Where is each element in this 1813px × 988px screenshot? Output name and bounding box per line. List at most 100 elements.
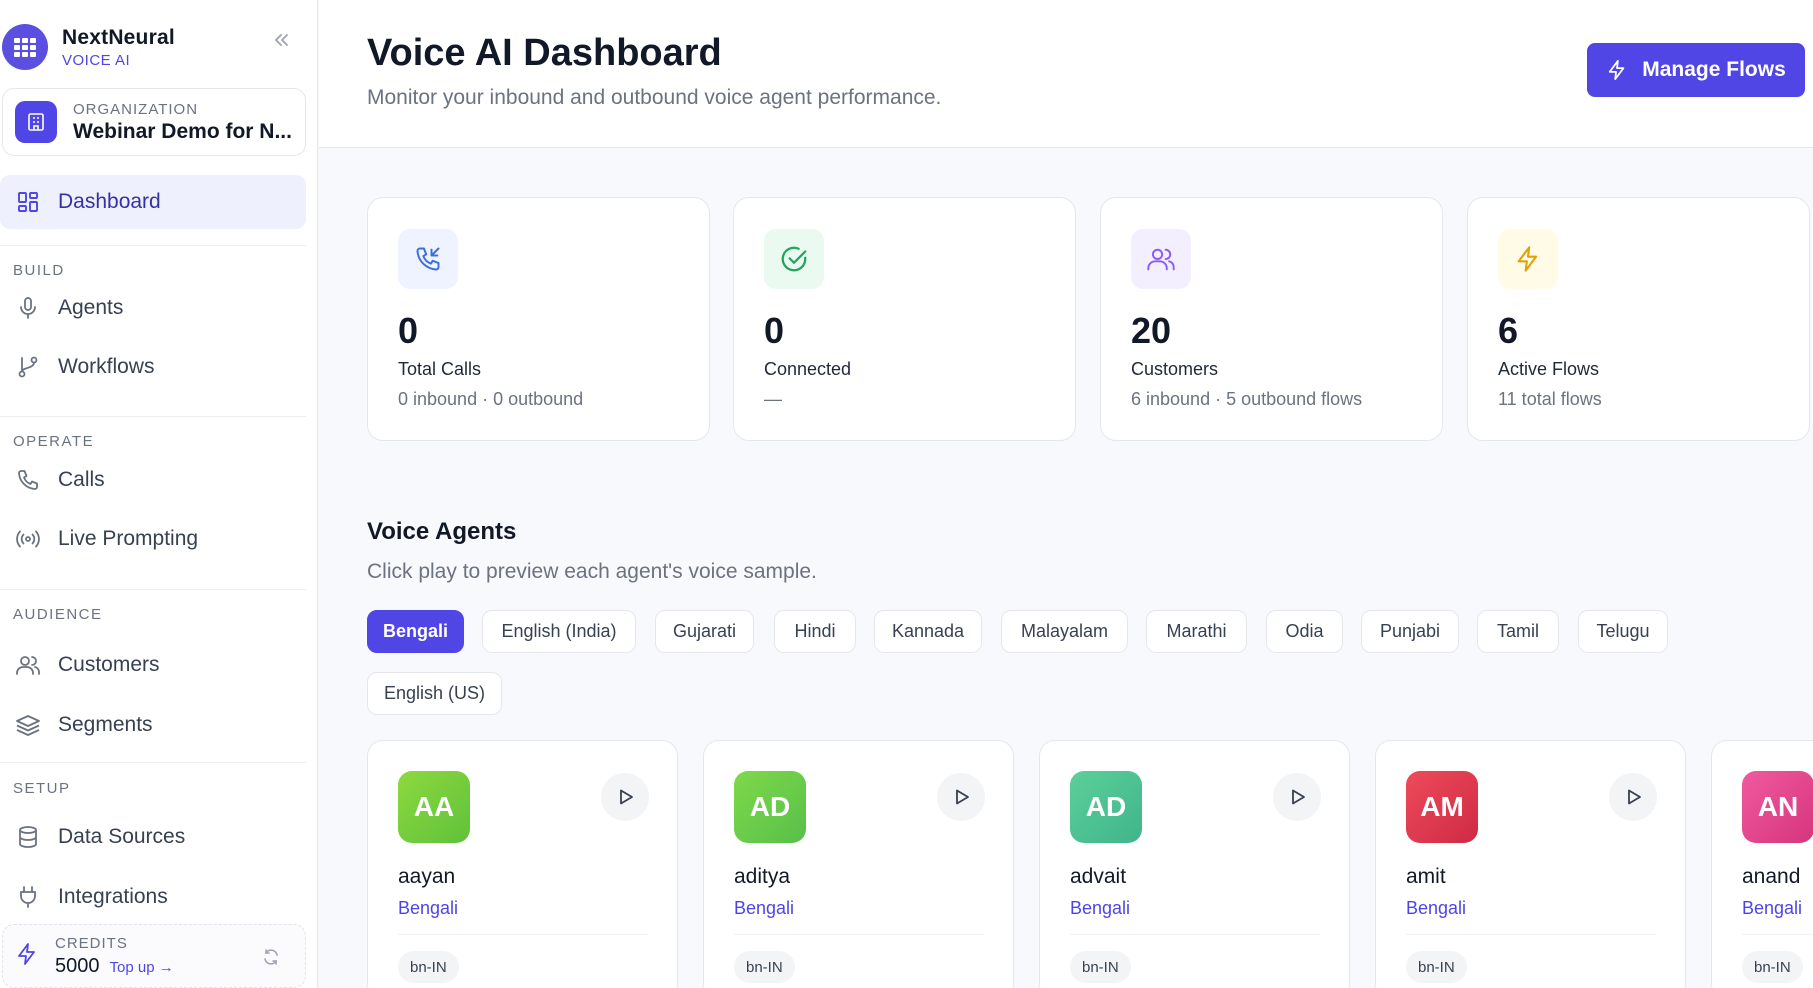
plug-icon [14,883,42,911]
manage-flows-button[interactable]: Manage Flows [1587,43,1805,97]
collapse-sidebar-icon[interactable] [268,27,294,53]
sidebar-item-data-sources[interactable]: Data Sources [0,813,306,861]
agent-card[interactable]: AA aayan Bengali bn-IN [367,740,678,988]
page-title: Voice AI Dashboard [367,32,722,74]
refresh-icon[interactable] [261,947,281,972]
locale-badge: bn-IN [398,951,459,983]
divider [0,589,306,590]
building-icon [15,101,57,143]
sidebar-item-live-prompting[interactable]: Live Prompting [0,515,306,563]
avatar: AA [398,771,470,843]
lightning-icon [1498,229,1558,289]
brand-name: NextNeural [62,25,175,49]
sidebar-item-calls[interactable]: Calls [0,456,306,504]
agent-card[interactable]: AD aditya Bengali bn-IN [703,740,1014,988]
sidebar-item-label: Calls [58,468,105,491]
credits-label: CREDITS [55,934,128,952]
sidebar-item-label: Segments [58,713,153,736]
agent-card[interactable]: AD advait Bengali bn-IN [1039,740,1350,988]
agent-name: aditya [734,865,791,888]
organization-label: ORGANIZATION [73,100,199,118]
language-chip[interactable]: English (India) [482,610,636,653]
language-chip[interactable]: Telugu [1578,610,1668,653]
credits-panel: CREDITS 5000 Top up → [2,924,306,988]
divider [398,934,648,935]
stat-card-active-flows: 6 Active Flows 11 total flows [1467,197,1810,441]
play-button[interactable] [1609,773,1657,821]
page-header: Voice AI Dashboard Monitor your inbound … [319,0,1813,148]
divider [0,762,306,763]
section-label-audience: AUDIENCE [13,606,103,623]
section-label-operate: OPERATE [13,433,95,450]
sidebar-item-label: Customers [58,653,160,676]
agent-name: anand [1742,865,1801,888]
lightning-icon [15,942,39,971]
sidebar: NextNeural VOICE AI ORGANIZATION Webinar… [0,0,318,988]
section-title: Voice Agents [367,518,517,545]
microphone-icon [14,294,42,322]
language-chip[interactable]: English (US) [367,672,502,715]
language-chip[interactable]: Hindi [774,610,856,653]
broadcast-icon [14,525,42,553]
language-chip[interactable]: Kannada [874,610,982,653]
play-icon [1628,789,1641,805]
sidebar-item-dashboard[interactable]: Dashboard [0,175,306,229]
language-chip[interactable]: Odia [1266,610,1343,653]
language-chip[interactable]: Tamil [1477,610,1559,653]
agent-language: Bengali [1406,898,1467,918]
phone-incoming-icon [398,229,458,289]
stat-card-customers: 20 Customers 6 inbound · 5 outbound flow… [1100,197,1443,441]
check-circle-icon [764,229,824,289]
locale-badge: bn-IN [1406,951,1467,983]
top-up-link[interactable]: Top up → [110,959,174,976]
agent-language: Bengali [1070,898,1131,918]
divider [734,934,984,935]
sidebar-item-label: Agents [58,296,124,319]
agent-card[interactable]: AN anand Bengali bn-IN [1711,740,1813,988]
play-button[interactable] [1273,773,1321,821]
stat-subtext: 11 total flows [1498,389,1602,409]
stat-label: Connected [764,359,852,379]
play-button[interactable] [601,773,649,821]
section-subtitle: Click play to preview each agent's voice… [367,560,817,583]
credits-value: 5000 [55,954,100,977]
stat-subtext: — [764,389,782,409]
stat-label: Customers [1131,359,1219,379]
agent-name: amit [1406,865,1446,888]
agent-name: advait [1070,865,1127,888]
locale-badge: bn-IN [1742,951,1803,983]
sidebar-item-label: Data Sources [58,825,186,848]
manage-flows-label: Manage Flows [1642,58,1786,81]
agent-language: Bengali [1742,898,1803,918]
sidebar-item-agents[interactable]: Agents [0,284,306,332]
language-chip[interactable]: Punjabi [1361,610,1459,653]
agent-language: Bengali [398,898,459,918]
language-chip[interactable]: Marathi [1146,610,1247,653]
language-chip[interactable]: Gujarati [655,610,754,653]
sidebar-item-customers[interactable]: Customers [0,641,306,689]
stat-value: 6 [1498,310,1519,351]
layers-icon [14,711,42,739]
stat-card-total-calls: 0 Total Calls 0 inbound · 0 outbound [367,197,710,441]
divider [1406,934,1656,935]
agent-card[interactable]: AM amit Bengali bn-IN [1375,740,1686,988]
stat-subtext: 0 inbound · 0 outbound [398,389,584,409]
language-chip[interactable]: Malayalam [1001,610,1128,653]
avatar: AM [1406,771,1478,843]
database-icon [14,823,42,851]
sidebar-item-workflows[interactable]: Workflows [0,343,306,391]
organization-switcher[interactable]: ORGANIZATION Webinar Demo for N... [2,88,306,156]
play-button[interactable] [937,773,985,821]
sidebar-item-label: Live Prompting [58,527,199,550]
play-icon [956,789,969,805]
sidebar-item-segments[interactable]: Segments [0,701,306,749]
sidebar-item-integrations[interactable]: Integrations [0,873,306,921]
divider [1742,934,1813,935]
stat-value: 0 [764,310,785,351]
section-label-build: BUILD [13,262,65,279]
organization-name: Webinar Demo for N... [73,119,292,143]
language-chip[interactable]: Bengali [367,610,464,653]
play-icon [620,789,633,805]
stat-value: 0 [398,310,419,351]
locale-badge: bn-IN [734,951,795,983]
